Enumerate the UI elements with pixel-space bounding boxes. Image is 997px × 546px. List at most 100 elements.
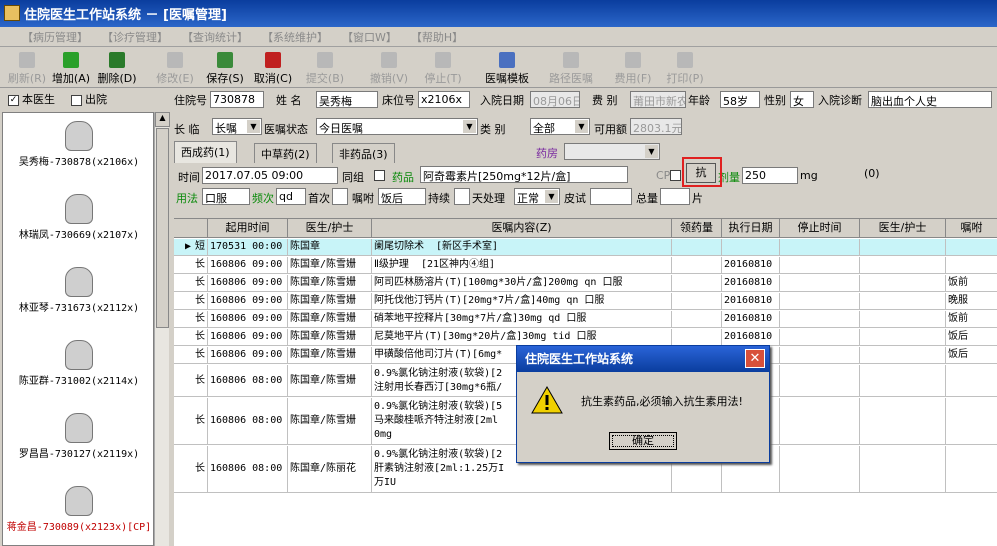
menu-help[interactable]: 【帮助H】 [411,29,463,45]
row-type-text: 长 [195,463,205,474]
skin-test-field[interactable] [590,188,632,205]
frequency-field[interactable]: qd [276,188,306,205]
toolbar-button-delete[interactable]: 删除(D) [92,50,142,86]
dose-field[interactable]: 250 [742,167,798,184]
table-row[interactable]: 长 160806 09:00 陈国章/陈雪姗 Ⅱ级护理 [21区神内④组] 201608… [174,257,997,274]
patient-item[interactable]: 吴秀梅-730878(x2106x) [3,121,153,168]
tab-herbal-medicine[interactable]: 中草药(2) [254,143,317,163]
patient-panel: ✓ 本医生 出院 吴秀梅-730878(x2106x) 林瑞凤-730669(x21… [0,88,172,546]
pharmacy-select[interactable] [564,143,660,160]
row-type-text: 长 [195,259,205,270]
toolbar-button-template[interactable]: 医嘱模板 [482,50,532,86]
toolbar-button-add[interactable]: 增加(A) [46,50,96,86]
column-header[interactable]: 停止时间 [780,219,860,237]
column-header[interactable]: 医生/护士 [860,219,946,237]
menu-treatment[interactable]: 【诊疗管理】 [102,29,168,45]
column-header[interactable]: 嘱咐 [946,219,997,237]
toolbar-label: 路径医嘱 [549,72,593,85]
table-row[interactable]: 长 160806 09:00 陈国章/陈雪姗 硝苯地平控释片[30mg*7片/盒]30… [174,311,997,328]
toolbar-label: 保存(S) [206,72,244,85]
toolbar-label: 费用(F) [614,72,652,85]
delete-icon [109,52,125,68]
column-header[interactable]: 医嘱内容(Z) [372,219,672,237]
diagnosis-field[interactable]: 脑出血个人史 [868,91,992,108]
grid-corner [174,219,208,237]
cell-text: 陈国章/陈雪姗 [290,259,357,270]
tab-western-medicine[interactable]: 西成药(1) [174,141,237,163]
edit-icon [167,52,183,68]
toolbar-button-submit[interactable]: 提交(B) [300,50,350,86]
age-label: 年龄 [688,94,710,107]
patient-item[interactable]: 陈亚群-731002(x2114x) [3,340,153,387]
cp-label: CP [656,169,671,182]
group-checkbox[interactable] [374,170,385,181]
toolbar-button-refresh[interactable]: 刷新(R) [2,50,52,86]
fee-label: 费 别 [592,94,618,107]
cell-text: 晚服 [948,295,968,306]
row-type: 长 [174,257,208,273]
toolbar-button-save[interactable]: 保存(S) [200,50,250,86]
row-type: 长 [174,398,208,444]
toolbar-button-stop[interactable]: 停止(T) [418,50,468,86]
drug-field[interactable]: 阿奇霉素片[250mg*12片/盒] [420,166,628,183]
table-row[interactable]: ▶ 短 170531 00:00 陈国章 阑尾切除术 [新区手术室] [174,239,997,256]
column-header[interactable]: 医生/护士 [288,219,372,237]
table-row[interactable]: 长 160806 09:00 陈国章/陈雪姗 阿司匹林肠溶片(T)[100mg*30片… [174,275,997,292]
toolbar-button-print[interactable]: 打印(P) [660,50,710,86]
my-patients-checkbox[interactable]: ✓ 本医生 [8,91,55,107]
cp-checkbox[interactable] [670,170,681,181]
admission-no-field[interactable]: 730878 [210,91,264,108]
bed-field[interactable]: x2106x [418,91,470,108]
pharmacy-label: 药房 [536,147,558,160]
time-field[interactable]: 2017.07.05 09:00 [202,167,338,184]
tab-non-drug[interactable]: 非药品(3) [332,143,395,163]
patient-item[interactable]: 林亚琴-731673(x2112x) [3,267,153,314]
scroll-up-icon[interactable]: ▲ [155,112,170,127]
menu-medical-records[interactable]: 【病历管理】 [22,29,88,45]
antibiotic-button[interactable]: 抗 [686,163,716,183]
cell-start: 160806 09:00 [208,275,288,291]
patient-item[interactable]: 林瑞凤-730669(x2107x) [3,194,153,241]
toolbar-label: 提交(B) [305,72,345,85]
column-header[interactable]: 领药量 [672,219,722,237]
name-field[interactable]: 吴秀梅 [316,91,378,108]
first-dose-field[interactable] [332,188,348,205]
discharged-checkbox[interactable]: 出院 [71,91,107,107]
usage-field[interactable]: 口服 [202,188,250,205]
category-select[interactable]: 全部 [530,118,590,135]
order-note-field[interactable]: 饭后 [378,188,426,205]
toolbar-button-edit[interactable]: 修改(E) [150,50,200,86]
toolbar-button-path[interactable]: 路径医嘱 [546,50,596,86]
toolbar-button-undo[interactable]: 取消(C) [248,50,298,86]
cell-empty [860,239,946,255]
patient-list-scrollbar[interactable]: ▲ [154,112,170,546]
sex-field[interactable]: 女 [790,91,814,108]
toolbar-label: 修改(E) [156,72,194,85]
cell-doc: 陈国章/陈雪姗 [288,311,372,327]
age-field[interactable]: 58岁 [720,91,760,108]
cell-note: 饭前 [946,275,997,291]
toolbar: 刷新(R) 增加(A) 删除(D) 修改(E) 保存(S) 取消(C) 提交(B) 撤销(V)… [0,48,997,88]
cell-start: 160806 08:00 [208,365,288,396]
patient-item[interactable]: 罗昌昌-730127(x2119x) [3,413,153,460]
available-label: 可用额 [594,123,627,136]
duration-select[interactable]: 长嘱 [212,118,262,135]
toolbar-button-revoke[interactable]: 撤销(V) [364,50,414,86]
table-row[interactable]: 长 160806 09:00 陈国章/陈雪姗 尼莫地平片(T)[30mg*20片/盒]… [174,329,997,346]
scroll-thumb[interactable] [156,128,169,328]
status-select[interactable]: 今日医嘱 [316,118,478,135]
menu-system[interactable]: 【系统维护】 [262,29,328,45]
column-header[interactable]: 执行日期 [722,219,780,237]
cell-text: 尼莫地平片(T)[30mg*20片/盒]30mg tid 口服 [374,331,597,342]
toolbar-button-fee[interactable]: 费用(F) [608,50,658,86]
total-field[interactable] [660,188,690,205]
days-select[interactable]: 正常 [514,188,560,205]
column-header[interactable]: 起用时间 [208,219,288,237]
ok-button[interactable]: 确定 [609,432,677,450]
continuous-field[interactable] [454,188,470,205]
menu-window[interactable]: 【窗口W】 [342,29,397,45]
table-row[interactable]: 长 160806 09:00 陈国章/陈雪姗 阿托伐他汀钙片(T)[20mg*7片/盒… [174,293,997,310]
menu-query-stats[interactable]: 【查询统计】 [182,29,248,45]
patient-item[interactable]: 蒋金昌-730089(x2123x)[CP] [3,486,153,533]
close-icon[interactable]: ✕ [745,349,765,368]
